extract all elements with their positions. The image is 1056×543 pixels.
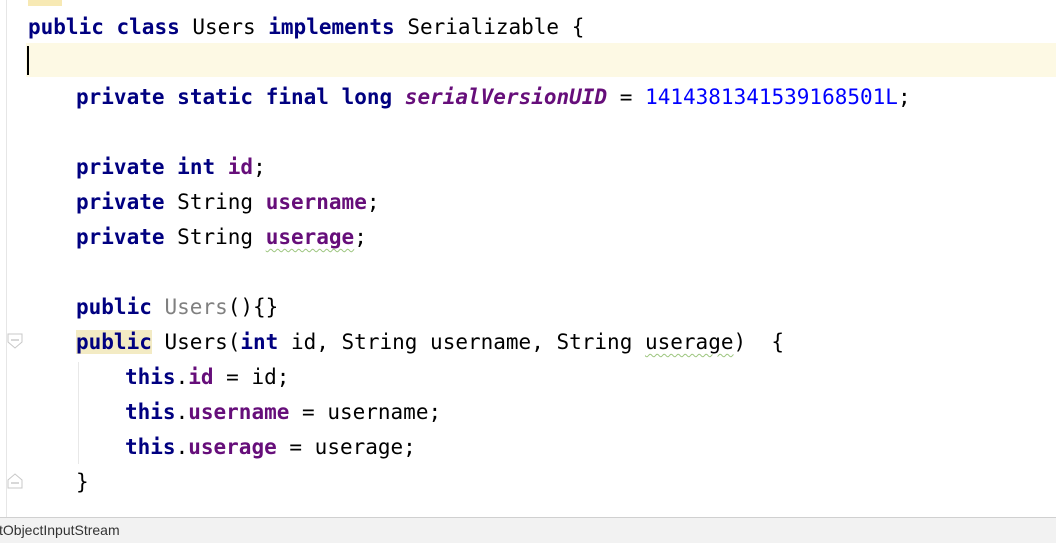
keyword: long [341,85,393,109]
field-name: userage [265,225,355,249]
field-name: userage [188,435,277,459]
keyword: private [76,155,165,179]
assignment: = id; [213,365,290,389]
semicolon: ; [354,225,367,249]
code-line-closing-brace: } [76,465,89,499]
code-line-field-id: private int id; [76,150,266,184]
keyword: this [125,365,176,389]
keyword: public [28,15,104,39]
keyword-highlighted: public [76,330,152,354]
dot: . [175,400,189,424]
semicolon: ; [366,190,380,214]
paren: ( [227,330,241,354]
scroll-highlight-marker [28,0,62,6]
field-name: username [188,400,290,424]
current-line-highlight [26,43,1056,77]
indent-guide [78,362,79,464]
semicolon: ; [253,155,266,179]
code-line-class-declaration: public class Users implements Serializab… [28,10,584,44]
code-line-serial-version: private static final long serialVersionU… [76,80,911,114]
number-literal: 1414381341539168501L [645,85,898,109]
parameter-userage: userage [644,330,734,354]
status-text[interactable]: ctObjectInputStream [0,518,120,543]
keyword: public [76,295,152,319]
assignment: = userage; [276,435,416,459]
keyword: final [265,85,329,109]
code-line-field-username: private String username; [76,185,380,219]
interface-name: Serializable [407,15,560,39]
constructor-name-unused: Users [164,295,228,319]
code-line-assign-username: this.username = username; [125,395,441,429]
keyword: int [177,155,216,179]
brace: { [571,15,585,39]
code-editor[interactable]: public class Users implements Serializab… [0,0,1056,517]
dot: . [175,435,189,459]
dot: . [175,365,189,389]
keyword: implements [268,15,395,39]
keyword: private [76,85,165,109]
brace: } [76,470,89,494]
fold-end-icon[interactable] [6,472,24,490]
static-field: serialVersionUID [404,85,608,109]
keyword: this [125,435,176,459]
field-name: id [227,155,254,179]
keyword: static [177,85,254,109]
type-name: String [177,225,254,249]
code-line-full-constructor: public Users(int id, String username, St… [76,325,784,359]
operator: = [619,85,633,109]
keyword: int [240,330,279,354]
status-bar: ctObjectInputStream [0,517,1056,543]
assignment: = username; [289,400,442,424]
constructor-name: Users [164,330,228,354]
keyword: class [116,15,180,39]
type-name: String [177,190,254,214]
field-name: id [188,365,214,389]
code-line-empty-constructor: public Users(){} [76,290,278,324]
fold-collapse-icon[interactable] [6,332,24,350]
parameters: id, String username, String [278,330,645,354]
text-caret [27,46,29,75]
code-line-assign-id: this.id = id; [125,360,289,394]
keyword: private [76,225,165,249]
gutter-divider [6,0,7,517]
field-name: username [265,190,367,214]
code-line-field-userage: private String userage; [76,220,367,254]
keyword: private [76,190,165,214]
keyword: this [125,400,176,424]
paren-brace: ) { [733,330,785,354]
semicolon: ; [897,85,911,109]
constructor-body: (){} [227,295,279,319]
code-line-assign-userage: this.userage = userage; [125,430,416,464]
class-name: Users [192,15,256,39]
